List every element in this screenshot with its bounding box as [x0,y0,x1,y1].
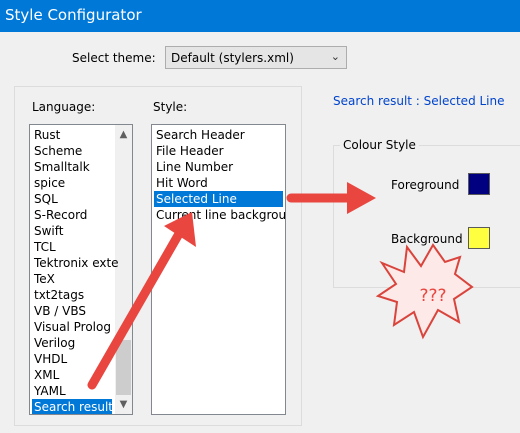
diagonal-arrow-head-icon [164,212,196,247]
annotation-overlay: ??? [87,182,474,390]
burst-text: ??? [419,286,446,306]
horizontal-arrow-head-icon [347,182,376,214]
diagonal-arrow-shaft [87,227,185,390]
annotation-arrows [87,182,376,390]
